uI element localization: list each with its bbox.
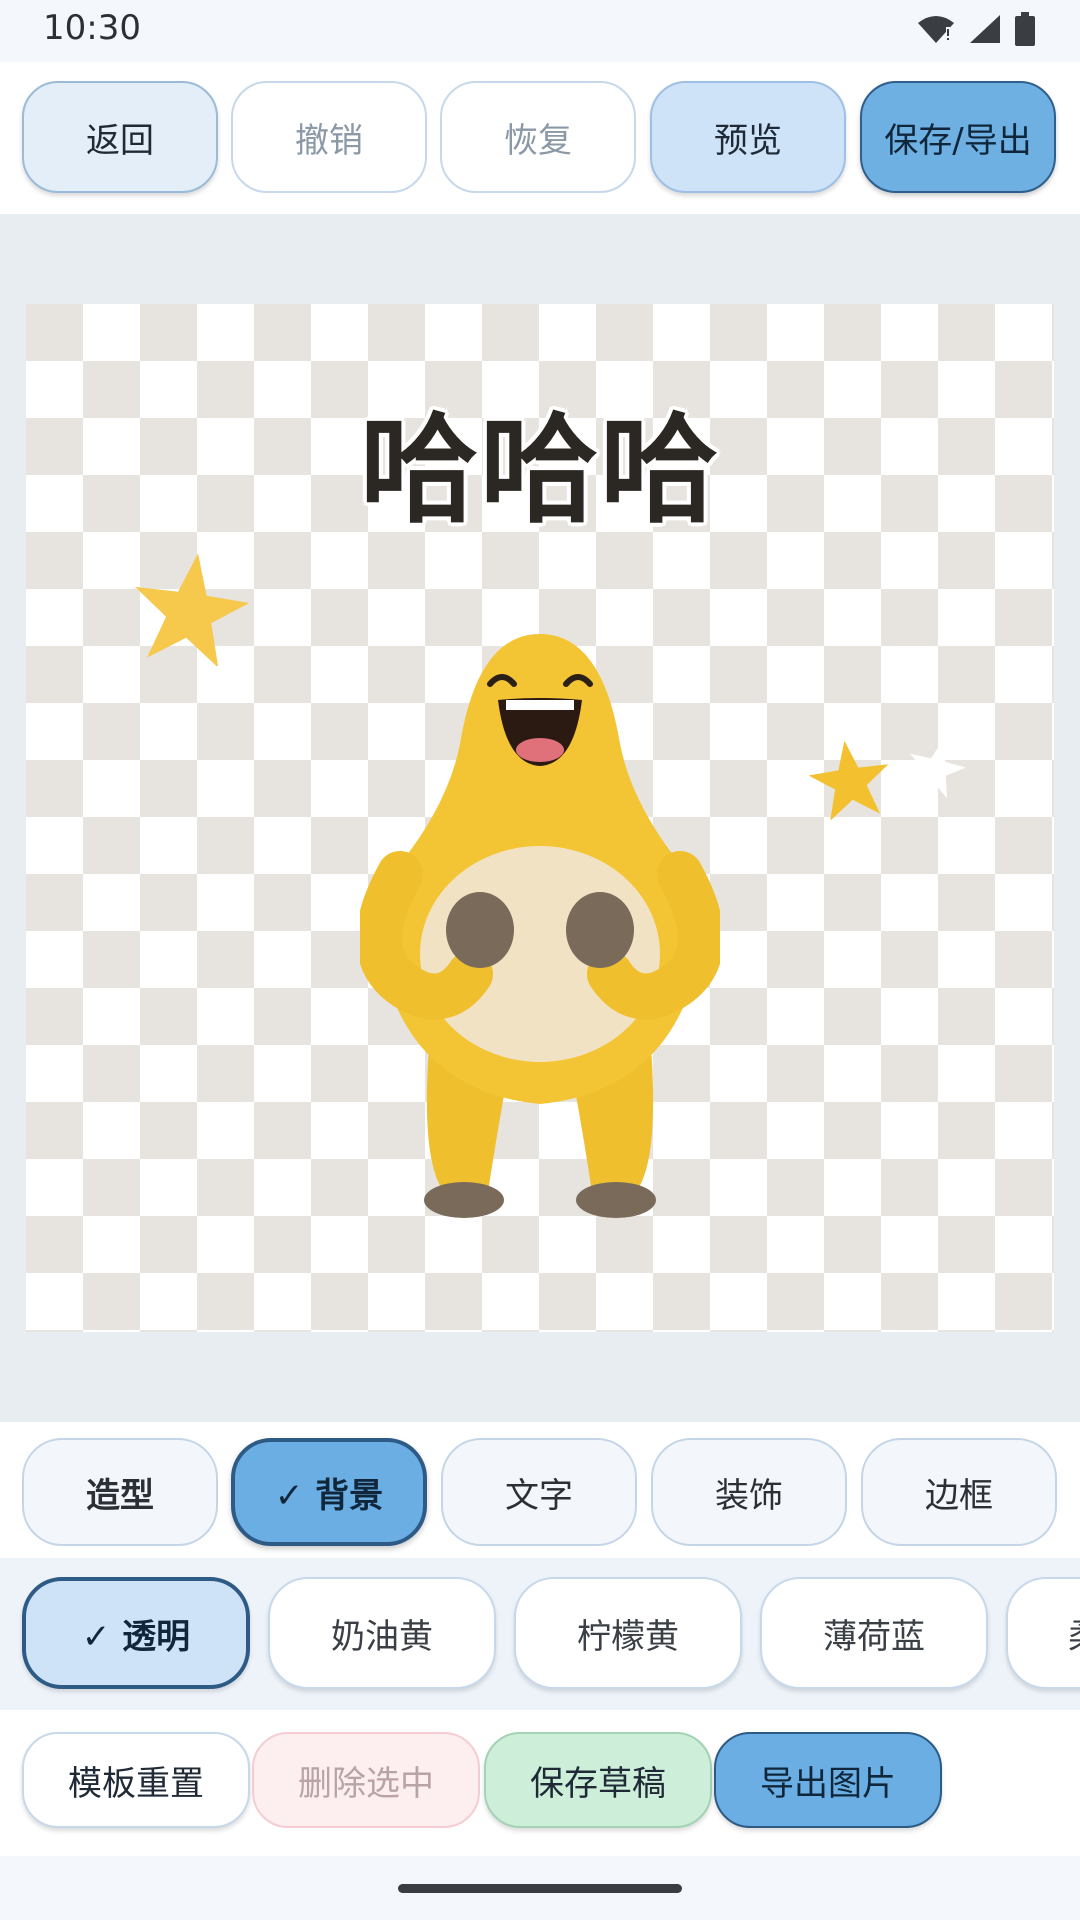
top-toolbar: 返回 撤销 恢复 预览 保存/导出 xyxy=(0,62,1080,214)
save-draft-button[interactable]: 保存草稿 xyxy=(484,1732,712,1828)
save-export-button[interactable]: 保存/导出 xyxy=(860,81,1056,193)
meme-text[interactable]: 哈哈哈 xyxy=(26,374,1054,545)
signal-icon xyxy=(968,13,1002,49)
bg-option-mint-blue[interactable]: 薄荷蓝 xyxy=(760,1577,988,1689)
battery-icon xyxy=(1014,12,1036,50)
bg-option-partial[interactable]: 柔 xyxy=(1006,1577,1080,1689)
template-reset-button[interactable]: 模板重置 xyxy=(22,1732,250,1828)
tab-background[interactable]: ✓ 背景 xyxy=(231,1438,427,1546)
meme-canvas[interactable]: 哈哈哈 xyxy=(26,304,1054,1332)
back-button[interactable]: 返回 xyxy=(22,81,218,193)
star-icon[interactable] xyxy=(808,738,892,824)
status-icons xyxy=(916,12,1036,50)
bg-option-lemon-yellow[interactable]: 柠檬黄 xyxy=(514,1577,742,1689)
tab-border[interactable]: 边框 xyxy=(861,1438,1057,1546)
laughing-character-sticker[interactable] xyxy=(356,634,724,1238)
bg-option-cream-yellow[interactable]: 奶油黄 xyxy=(268,1577,496,1689)
canvas-area: 哈哈哈 xyxy=(0,214,1080,1422)
tab-shape[interactable]: 造型 xyxy=(22,1438,218,1546)
redo-button[interactable]: 恢复 xyxy=(440,81,636,193)
action-row: 模板重置 删除选中 保存草稿 导出图片 xyxy=(0,1710,1080,1856)
export-image-button[interactable]: 导出图片 xyxy=(714,1732,942,1828)
delete-selected-button[interactable]: 删除选中 xyxy=(252,1732,480,1828)
status-time: 10:30 xyxy=(43,8,141,48)
star-icon[interactable] xyxy=(130,550,250,670)
tab-text[interactable]: 文字 xyxy=(441,1438,637,1546)
tab-decoration[interactable]: 装饰 xyxy=(651,1438,847,1546)
navigation-bar xyxy=(0,1856,1080,1920)
preview-button[interactable]: 预览 xyxy=(650,81,846,193)
home-gesture-handle[interactable] xyxy=(398,1884,682,1893)
undo-button[interactable]: 撤销 xyxy=(231,81,427,193)
bg-option-transparent[interactable]: ✓ 透明 xyxy=(22,1577,250,1689)
wifi-icon xyxy=(916,13,956,49)
category-tabs: 造型 ✓ 背景 文字 装饰 边框 xyxy=(0,1422,1080,1558)
status-bar: 10:30 xyxy=(0,0,1080,60)
star-icon[interactable] xyxy=(906,736,966,802)
background-options: ✓ 透明 奶油黄 柠檬黄 薄荷蓝 柔 xyxy=(0,1558,1080,1710)
